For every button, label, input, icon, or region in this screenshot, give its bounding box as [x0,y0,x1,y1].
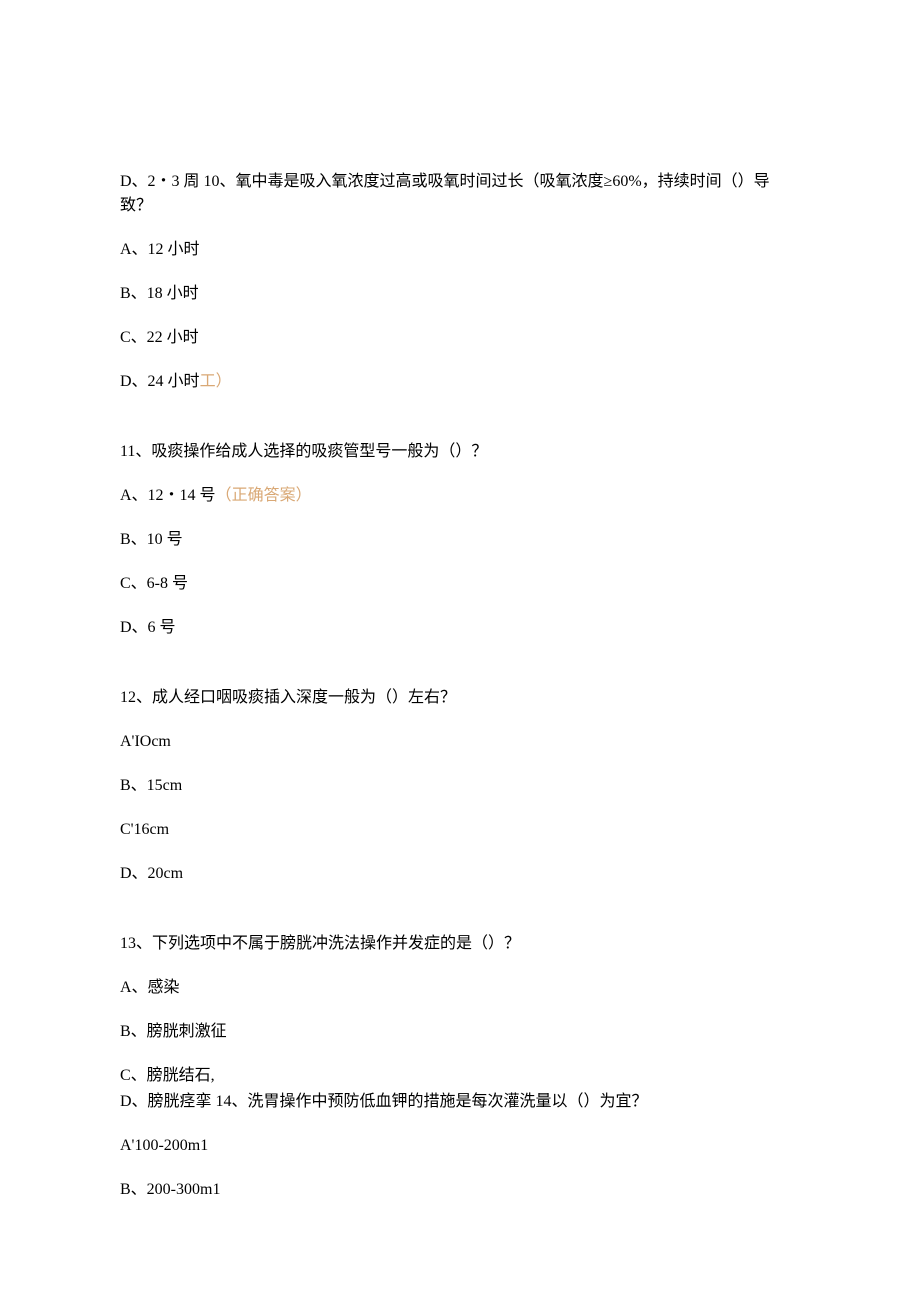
question-10-option-b: B、18 小时 [120,282,800,306]
question-10-option-d-text: D、24 小时 [120,373,200,390]
question-12-stem: 12、成人经口咽吸痰插入深度一般为（）左右？ [120,686,800,710]
document-page: D、2・3 周 10、氧中毒是吸入氧浓度过高或吸氧时间过长（吸氧浓度≥60%，持… [0,0,920,1282]
question-10-option-a: A、12 小时 [120,238,800,262]
question-11-option-a-text: A、12・14 号 [120,487,216,504]
question-12-option-b: B、15cm [120,774,800,798]
question-12-option-d: D、20cm [120,862,800,886]
question-13-option-d-and-14-stem: D、膀胱痉挛 14、洗胃操作中预防低血钾的措施是每次灌洗量以（）为宜？ [120,1090,800,1114]
question-10-option-d-mark: 工） [200,373,232,390]
question-10-optd-and-stem: D、2・3 周 10、氧中毒是吸入氧浓度过高或吸氧时间过长（吸氧浓度≥60%，持… [120,170,800,218]
question-13-stem: 13、下列选项中不属于膀胱冲洗法操作并发症的是（）？ [120,932,800,956]
question-11-stem: 11、吸痰操作给成人选择的吸痰管型号一般为（）？ [120,440,800,464]
question-12-option-a: A'IOcm [120,730,800,754]
question-13-option-b: B、膀胱刺激征 [120,1020,800,1044]
question-13-option-c: C、膀胱结石, [120,1064,800,1088]
question-11-option-b: B、10 号 [120,528,800,552]
question-11-option-a: A、12・14 号（正确答案） [120,484,800,508]
question-11-option-c: C、6-8 号 [120,572,800,596]
question-11-correct-answer-mark: （正确答案） [216,487,312,504]
question-10-option-c: C、22 小时 [120,326,800,350]
question-14-option-a: A'100-200m1 [120,1134,800,1158]
question-14-option-b: B、200-300m1 [120,1178,800,1202]
question-11-option-d: D、6 号 [120,616,800,640]
question-13-option-a: A、感染 [120,976,800,1000]
question-12-option-c: C'16cm [120,818,800,842]
question-10-option-d: D、24 小时工） [120,370,800,394]
